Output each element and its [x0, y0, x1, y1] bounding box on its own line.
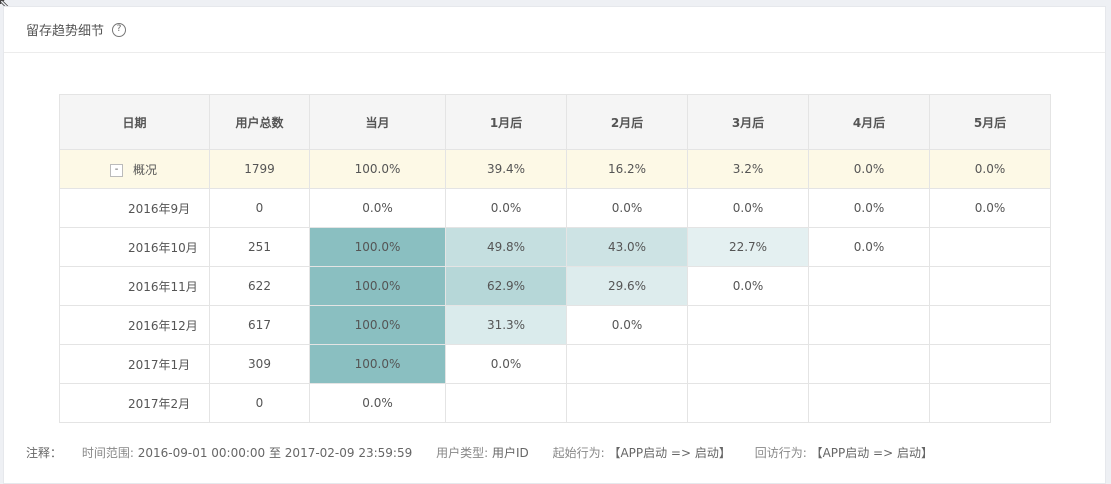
help-icon[interactable]: ?: [112, 22, 127, 37]
row-date-cell: 2016年10月: [59, 227, 210, 267]
retention-cell: 0.0%: [566, 188, 688, 228]
retention-cell: [929, 227, 1051, 267]
start-action-label: 起始行为:: [552, 446, 605, 460]
retention-cell: 0.0%: [309, 383, 446, 423]
row-total-cell: 0: [209, 383, 310, 423]
row-date-cell: 2017年1月: [59, 344, 210, 384]
retention-cell: 29.6%: [566, 266, 688, 306]
column-header: 3月后: [687, 94, 809, 150]
retention-table: 日期 用户总数 当月 1月后 2月后 3月后 4月后 5月后 - 概况 1799 100.0% …: [59, 94, 1051, 423]
table-row: 2016年10月 251 100.0% 49.8% 43.0% 22.7% 0.0%: [59, 227, 1051, 267]
overview-value-cell: 0.0%: [929, 149, 1051, 189]
row-date-cell: 2016年12月: [59, 305, 210, 345]
table-row: 2016年12月 617 100.0% 31.3% 0.0%: [59, 305, 1051, 345]
user-type-value: 用户ID: [491, 446, 529, 460]
retention-cell: [808, 305, 930, 345]
table-row: 2017年2月 0 0.0%: [59, 383, 1051, 423]
row-total-cell: 0: [209, 188, 310, 228]
retention-cell: 0.0%: [808, 188, 930, 228]
time-range-label: 时间范围:: [81, 446, 134, 460]
retention-cell: 100.0%: [309, 344, 446, 384]
overview-value-cell: 3.2%: [687, 149, 809, 189]
row-total-cell: 617: [209, 305, 310, 345]
overview-total-cell: 1799: [209, 149, 310, 189]
retention-cell: [687, 344, 809, 384]
overview-date-cell: - 概况: [59, 149, 210, 189]
table-row: 2016年9月 0 0.0% 0.0% 0.0% 0.0% 0.0% 0.0%: [59, 188, 1051, 228]
column-header: 1月后: [445, 94, 567, 150]
overview-value-cell: 39.4%: [445, 149, 567, 189]
collapse-toggle-button[interactable]: -: [110, 163, 123, 177]
retention-cell: 0.0%: [445, 344, 567, 384]
retention-cell: [929, 266, 1051, 306]
overview-label: 概况: [133, 162, 158, 177]
notes-label: 注释：: [26, 446, 63, 460]
retention-cell: [929, 344, 1051, 384]
overview-value-cell: 16.2%: [566, 149, 688, 189]
retention-detail-panel: 留存趋势细节 ? 日期 用户总数 当月 1月后 2月后 3月后 4月后 5月后 - 概况: [3, 6, 1106, 484]
panel-title: 留存趋势细节: [26, 24, 105, 39]
retention-cell: 100.0%: [309, 227, 446, 267]
retention-cell: 0.0%: [687, 266, 809, 306]
user-type-label: 用户类型:: [436, 446, 489, 460]
retention-cell: [566, 383, 688, 423]
table-notes: 注释： 时间范围: 2016-09-01 00:00:00 至 2017-02-…: [26, 444, 953, 461]
retention-cell: 49.8%: [445, 227, 567, 267]
retention-cell: [929, 305, 1051, 345]
table-row: 2017年1月 309 100.0% 0.0%: [59, 344, 1051, 384]
return-action-label: 回访行为:: [754, 446, 807, 460]
row-date-cell: 2016年11月: [59, 266, 210, 306]
retention-cell: 43.0%: [566, 227, 688, 267]
retention-cell: 0.0%: [929, 188, 1051, 228]
retention-cell: 0.0%: [566, 305, 688, 345]
retention-cell: 100.0%: [309, 305, 446, 345]
retention-table-wrapper: 日期 用户总数 当月 1月后 2月后 3月后 4月后 5月后 - 概况 1799 100.0% …: [59, 94, 1051, 423]
retention-cell: 0.0%: [309, 188, 446, 228]
table-row: 2016年11月 622 100.0% 62.9% 29.6% 0.0%: [59, 266, 1051, 306]
panel-header: 留存趋势细节 ?: [4, 7, 1105, 53]
row-date-cell: 2016年9月: [59, 188, 210, 228]
table-header-row: 日期 用户总数 当月 1月后 2月后 3月后 4月后 5月后: [59, 94, 1051, 150]
retention-cell: [808, 266, 930, 306]
retention-cell: 62.9%: [445, 266, 567, 306]
retention-cell: [445, 383, 567, 423]
retention-cell: [687, 305, 809, 345]
row-total-cell: 309: [209, 344, 310, 384]
table-body: - 概况 1799 100.0% 39.4% 16.2% 3.2% 0.0% 0.…: [59, 149, 1051, 423]
retention-cell: [929, 383, 1051, 423]
overview-value-cell: 0.0%: [808, 149, 930, 189]
retention-cell: 0.0%: [445, 188, 567, 228]
column-header: 2月后: [566, 94, 688, 150]
retention-cell: 100.0%: [309, 266, 446, 306]
retention-cell: [566, 344, 688, 384]
retention-cell: 22.7%: [687, 227, 809, 267]
retention-cell: [808, 383, 930, 423]
row-total-cell: 622: [209, 266, 310, 306]
start-action-value: 【APP启动 => 启动】: [608, 446, 731, 460]
column-header: 5月后: [929, 94, 1051, 150]
return-action-value: 【APP启动 => 启动】: [810, 446, 933, 460]
retention-cell: 0.0%: [687, 188, 809, 228]
retention-cell: [808, 344, 930, 384]
row-total-cell: 251: [209, 227, 310, 267]
column-header: 用户总数: [209, 94, 310, 150]
row-date-cell: 2017年2月: [59, 383, 210, 423]
column-header: 日期: [59, 94, 210, 150]
column-header: 当月: [309, 94, 446, 150]
overview-row: - 概况 1799 100.0% 39.4% 16.2% 3.2% 0.0% 0.…: [59, 149, 1051, 189]
retention-cell: [687, 383, 809, 423]
time-range-value: 2016-09-01 00:00:00 至 2017-02-09 23:59:5…: [137, 446, 413, 460]
overview-value-cell: 100.0%: [309, 149, 446, 189]
retention-cell: 0.0%: [808, 227, 930, 267]
retention-cell: 31.3%: [445, 305, 567, 345]
column-header: 4月后: [808, 94, 930, 150]
